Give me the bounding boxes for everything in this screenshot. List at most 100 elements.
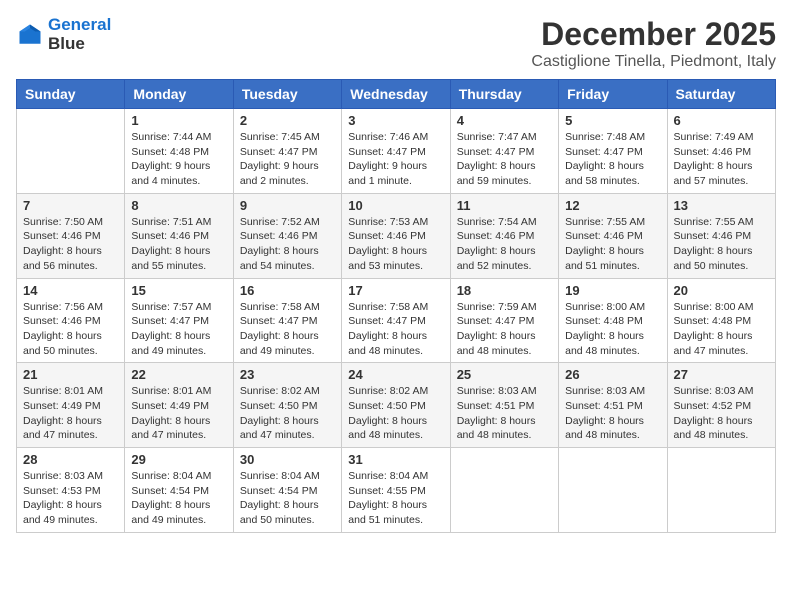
day-info: Sunrise: 8:04 AMSunset: 4:54 PMDaylight:… bbox=[240, 469, 335, 528]
day-info: Sunrise: 8:04 AMSunset: 4:55 PMDaylight:… bbox=[348, 469, 443, 528]
day-number: 1 bbox=[131, 113, 226, 128]
day-number: 18 bbox=[457, 283, 552, 298]
day-info: Sunrise: 8:03 AMSunset: 4:53 PMDaylight:… bbox=[23, 469, 118, 528]
day-info: Sunrise: 8:03 AMSunset: 4:51 PMDaylight:… bbox=[565, 384, 660, 443]
day-info: Sunrise: 7:56 AMSunset: 4:46 PMDaylight:… bbox=[23, 300, 118, 359]
day-info: Sunrise: 7:52 AMSunset: 4:46 PMDaylight:… bbox=[240, 215, 335, 274]
day-info: Sunrise: 8:03 AMSunset: 4:52 PMDaylight:… bbox=[674, 384, 769, 443]
day-cell: 9 Sunrise: 7:52 AMSunset: 4:46 PMDaylight… bbox=[233, 193, 341, 278]
day-cell bbox=[559, 448, 667, 533]
day-cell: 22Sunrise: 8:01 AMSunset: 4:49 PMDayligh… bbox=[125, 363, 233, 448]
day-cell: 27 Sunrise: 8:03 AMSunset: 4:52 PMDayligh… bbox=[667, 363, 775, 448]
day-info: Sunrise: 7:55 AMSunset: 4:46 PMDaylight:… bbox=[674, 215, 769, 274]
day-info: Sunrise: 7:59 AMSunset: 4:47 PMDaylight:… bbox=[457, 300, 552, 359]
day-number: 10 bbox=[348, 198, 443, 213]
day-cell: 15 Sunrise: 7:57 AMSunset: 4:47 PMDayligh… bbox=[125, 278, 233, 363]
week-row-1: 1 Sunrise: 7:44 AMSunset: 4:48 PMDaylight… bbox=[17, 109, 776, 194]
day-number: 24 bbox=[348, 367, 443, 382]
day-cell: 17Sunrise: 7:58 AMSunset: 4:47 PMDayligh… bbox=[342, 278, 450, 363]
day-number: 7 bbox=[23, 198, 118, 213]
week-row-2: 7 Sunrise: 7:50 AMSunset: 4:46 PMDaylight… bbox=[17, 193, 776, 278]
day-number: 6 bbox=[674, 113, 769, 128]
day-info: Sunrise: 8:00 AMSunset: 4:48 PMDaylight:… bbox=[565, 300, 660, 359]
day-number: 14 bbox=[23, 283, 118, 298]
day-cell bbox=[667, 448, 775, 533]
page-header: General Blue December 2025 Castiglione T… bbox=[16, 16, 776, 71]
location: Castiglione Tinella, Piedmont, Italy bbox=[531, 53, 776, 71]
day-info: Sunrise: 8:02 AMSunset: 4:50 PMDaylight:… bbox=[240, 384, 335, 443]
day-number: 16 bbox=[240, 283, 335, 298]
day-cell: 25Sunrise: 8:03 AMSunset: 4:51 PMDayligh… bbox=[450, 363, 558, 448]
day-number: 8 bbox=[131, 198, 226, 213]
day-info: Sunrise: 7:55 AMSunset: 4:46 PMDaylight:… bbox=[565, 215, 660, 274]
day-cell: 14 Sunrise: 7:56 AMSunset: 4:46 PMDayligh… bbox=[17, 278, 125, 363]
day-number: 2 bbox=[240, 113, 335, 128]
day-cell: 29 Sunrise: 8:04 AMSunset: 4:54 PMDayligh… bbox=[125, 448, 233, 533]
day-info: Sunrise: 7:44 AMSunset: 4:48 PMDaylight:… bbox=[131, 130, 226, 189]
day-number: 25 bbox=[457, 367, 552, 382]
day-cell: 2Sunrise: 7:45 AMSunset: 4:47 PMDaylight… bbox=[233, 109, 341, 194]
day-cell bbox=[17, 109, 125, 194]
day-info: Sunrise: 8:04 AMSunset: 4:54 PMDaylight:… bbox=[131, 469, 226, 528]
day-cell: 13Sunrise: 7:55 AMSunset: 4:46 PMDayligh… bbox=[667, 193, 775, 278]
week-row-4: 21 Sunrise: 8:01 AMSunset: 4:49 PMDayligh… bbox=[17, 363, 776, 448]
weekday-wednesday: Wednesday bbox=[342, 80, 450, 109]
day-info: Sunrise: 7:50 AMSunset: 4:46 PMDaylight:… bbox=[23, 215, 118, 274]
day-cell: 19 Sunrise: 8:00 AMSunset: 4:48 PMDayligh… bbox=[559, 278, 667, 363]
day-number: 30 bbox=[240, 452, 335, 467]
month-title: December 2025 bbox=[531, 16, 776, 53]
day-info: Sunrise: 7:54 AMSunset: 4:46 PMDaylight:… bbox=[457, 215, 552, 274]
day-number: 4 bbox=[457, 113, 552, 128]
weekday-sunday: Sunday bbox=[17, 80, 125, 109]
day-cell: 24 Sunrise: 8:02 AMSunset: 4:50 PMDayligh… bbox=[342, 363, 450, 448]
day-cell: 12Sunrise: 7:55 AMSunset: 4:46 PMDayligh… bbox=[559, 193, 667, 278]
day-cell: 4Sunrise: 7:47 AMSunset: 4:47 PMDaylight… bbox=[450, 109, 558, 194]
day-info: Sunrise: 7:48 AMSunset: 4:47 PMDaylight:… bbox=[565, 130, 660, 189]
weekday-saturday: Saturday bbox=[667, 80, 775, 109]
logo-text: General Blue bbox=[48, 16, 111, 53]
calendar: SundayMondayTuesdayWednesdayThursdayFrid… bbox=[16, 79, 776, 533]
logo: General Blue bbox=[16, 16, 111, 53]
day-number: 27 bbox=[674, 367, 769, 382]
day-number: 22 bbox=[131, 367, 226, 382]
day-cell: 23Sunrise: 8:02 AMSunset: 4:50 PMDayligh… bbox=[233, 363, 341, 448]
day-cell: 3 Sunrise: 7:46 AMSunset: 4:47 PMDaylight… bbox=[342, 109, 450, 194]
weekday-friday: Friday bbox=[559, 80, 667, 109]
day-cell: 5Sunrise: 7:48 AMSunset: 4:47 PMDaylight… bbox=[559, 109, 667, 194]
day-number: 19 bbox=[565, 283, 660, 298]
day-number: 31 bbox=[348, 452, 443, 467]
day-number: 3 bbox=[348, 113, 443, 128]
day-cell bbox=[450, 448, 558, 533]
day-cell: 11 Sunrise: 7:54 AMSunset: 4:46 PMDayligh… bbox=[450, 193, 558, 278]
day-info: Sunrise: 8:02 AMSunset: 4:50 PMDaylight:… bbox=[348, 384, 443, 443]
day-info: Sunrise: 7:46 AMSunset: 4:47 PMDaylight:… bbox=[348, 130, 443, 189]
weekday-monday: Monday bbox=[125, 80, 233, 109]
day-cell: 21 Sunrise: 8:01 AMSunset: 4:49 PMDayligh… bbox=[17, 363, 125, 448]
weekday-tuesday: Tuesday bbox=[233, 80, 341, 109]
day-info: Sunrise: 7:58 AMSunset: 4:47 PMDaylight:… bbox=[240, 300, 335, 359]
day-info: Sunrise: 8:00 AMSunset: 4:48 PMDaylight:… bbox=[674, 300, 769, 359]
day-number: 9 bbox=[240, 198, 335, 213]
day-info: Sunrise: 8:01 AMSunset: 4:49 PMDaylight:… bbox=[23, 384, 118, 443]
day-cell: 16 Sunrise: 7:58 AMSunset: 4:47 PMDayligh… bbox=[233, 278, 341, 363]
day-info: Sunrise: 7:53 AMSunset: 4:46 PMDaylight:… bbox=[348, 215, 443, 274]
day-cell: 28 Sunrise: 8:03 AMSunset: 4:53 PMDayligh… bbox=[17, 448, 125, 533]
day-cell: 18 Sunrise: 7:59 AMSunset: 4:47 PMDayligh… bbox=[450, 278, 558, 363]
day-number: 21 bbox=[23, 367, 118, 382]
day-info: Sunrise: 7:57 AMSunset: 4:47 PMDaylight:… bbox=[131, 300, 226, 359]
title-block: December 2025 Castiglione Tinella, Piedm… bbox=[531, 16, 776, 71]
week-row-3: 14 Sunrise: 7:56 AMSunset: 4:46 PMDayligh… bbox=[17, 278, 776, 363]
day-cell: 7 Sunrise: 7:50 AMSunset: 4:46 PMDaylight… bbox=[17, 193, 125, 278]
day-number: 11 bbox=[457, 198, 552, 213]
day-cell: 30 Sunrise: 8:04 AMSunset: 4:54 PMDayligh… bbox=[233, 448, 341, 533]
week-row-5: 28 Sunrise: 8:03 AMSunset: 4:53 PMDayligh… bbox=[17, 448, 776, 533]
day-cell: 6 Sunrise: 7:49 AMSunset: 4:46 PMDaylight… bbox=[667, 109, 775, 194]
day-cell: 10 Sunrise: 7:53 AMSunset: 4:46 PMDayligh… bbox=[342, 193, 450, 278]
day-number: 17 bbox=[348, 283, 443, 298]
day-info: Sunrise: 7:49 AMSunset: 4:46 PMDaylight:… bbox=[674, 130, 769, 189]
day-number: 29 bbox=[131, 452, 226, 467]
day-cell: 31 Sunrise: 8:04 AMSunset: 4:55 PMDayligh… bbox=[342, 448, 450, 533]
day-number: 15 bbox=[131, 283, 226, 298]
day-number: 28 bbox=[23, 452, 118, 467]
day-number: 20 bbox=[674, 283, 769, 298]
